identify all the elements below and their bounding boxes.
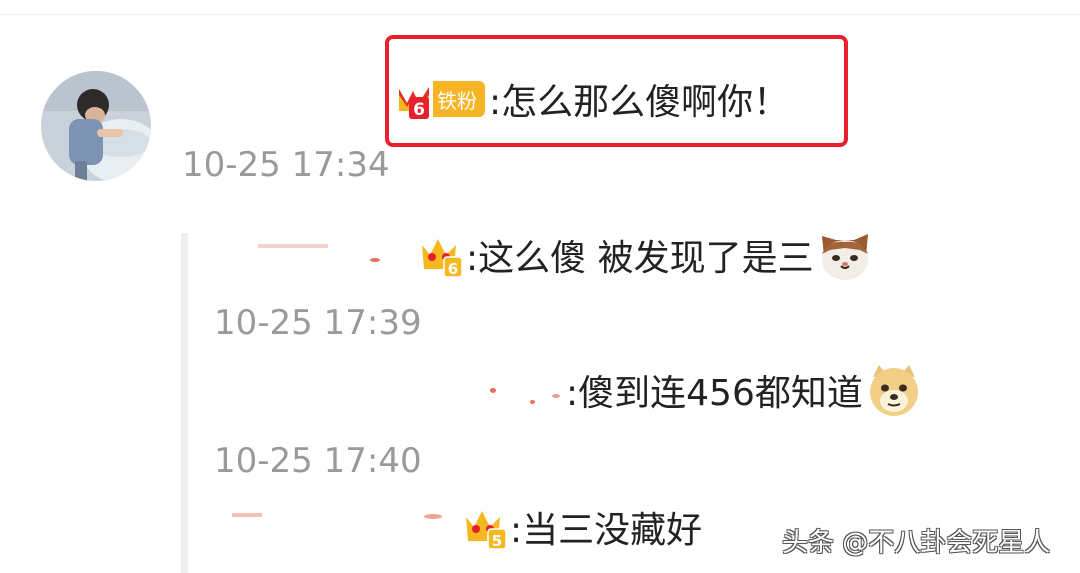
reply-text: :当三没藏好 — [510, 510, 703, 551]
svg-text:5: 5 — [492, 532, 502, 550]
doge-emoji-icon — [869, 365, 918, 416]
blurred-username — [258, 244, 328, 248]
reply-item[interactable]: :傻到连456都知道 — [566, 360, 923, 420]
blurred-username-mark — [552, 394, 560, 398]
top-divider — [0, 14, 1080, 15]
blurred-username — [232, 513, 262, 517]
main-comment-text: :怎么那么傻啊你！ — [489, 82, 790, 123]
blurred-username-mark — [530, 400, 535, 404]
svg-text:6: 6 — [448, 260, 458, 278]
blurred-username-mark — [424, 514, 442, 519]
avatar[interactable] — [41, 71, 151, 181]
reply-text: :傻到连456都知道 — [566, 373, 863, 414]
blurred-username-mark — [370, 258, 380, 262]
avatar-image — [41, 71, 151, 181]
main-comment[interactable]: 6 铁粉 :怎么那么傻啊你！ — [395, 68, 789, 130]
reply-text: :这么傻 被发现了是三 — [466, 238, 814, 279]
blurred-username-mark — [490, 388, 496, 393]
crown-icon: 5 — [466, 511, 507, 550]
reply-item[interactable]: 5 :当三没藏好 — [462, 497, 702, 557]
crown-icon: 6 — [422, 239, 463, 278]
reply-time: 10-25 17:40 — [214, 441, 422, 481]
reply-thread-bar — [181, 233, 188, 573]
fan-badge-label: 铁粉 — [433, 81, 485, 117]
reply-item[interactable]: 6 :这么傻 被发现了是三 — [418, 225, 874, 285]
fan-badge: 6 铁粉 — [395, 77, 485, 121]
svg-text:6: 6 — [413, 100, 425, 120]
cat-emoji-icon — [821, 234, 868, 280]
main-comment-time: 10-25 17:34 — [182, 145, 390, 185]
reply-time: 10-25 17:39 — [214, 303, 422, 343]
watermark: 头条 @不八卦会死星人 — [782, 528, 1051, 558]
